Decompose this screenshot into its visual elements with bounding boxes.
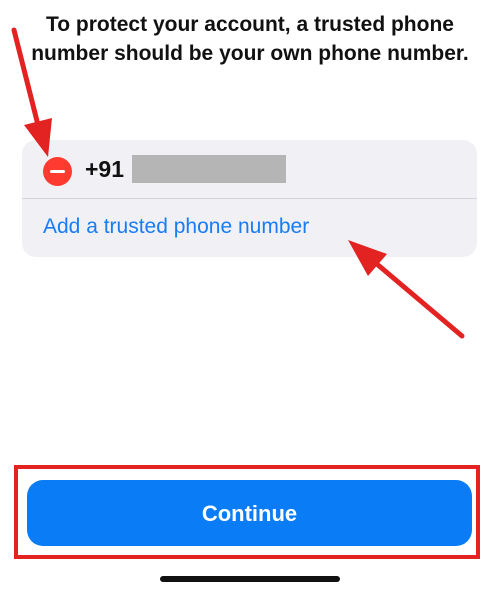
minus-circle-icon [50,170,65,173]
continue-button[interactable]: Continue [27,480,472,546]
phone-number-row: +91 [22,140,477,199]
add-trusted-phone-link[interactable]: Add a trusted phone number [43,215,309,239]
redacted-phone-number [132,155,286,183]
trusted-phone-card: +91 Add a trusted phone number [22,140,477,257]
country-code: +91 [85,156,125,182]
remove-phone-button[interactable] [43,157,72,186]
home-indicator [160,576,340,582]
instruction-text: To protect your account, a trusted phone… [31,13,469,65]
